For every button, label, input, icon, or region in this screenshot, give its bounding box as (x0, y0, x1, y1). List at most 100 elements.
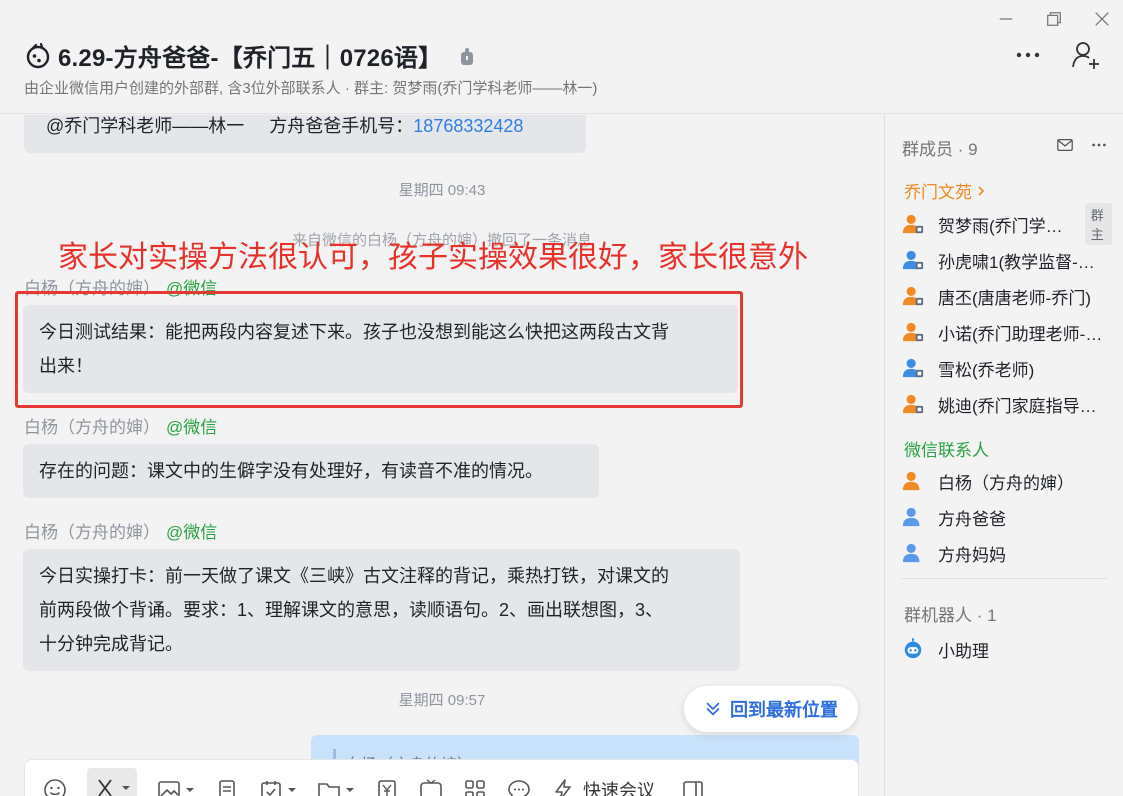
person-icon (902, 286, 924, 306)
sender-source: @微信 (166, 418, 218, 437)
robots-header: 群机器人 · 1 (904, 606, 997, 625)
sender-source: @微信 (166, 523, 218, 542)
member-panel: 群成员 · 9 乔门文苑 贺梦雨(乔门学科老师——林一) 群主孙虎啸1(教学监督-… (885, 115, 1123, 796)
person-icon (902, 322, 924, 342)
folder-icon (318, 783, 340, 796)
emoji-icon (44, 779, 66, 796)
apps-button[interactable] (463, 778, 487, 796)
image-button[interactable] (157, 778, 195, 796)
member-item[interactable]: 唐丕(唐唐老师-乔门) (902, 282, 1112, 310)
red-highlight-box (15, 291, 743, 408)
add-member-button[interactable] (1071, 40, 1101, 70)
message-sender: 白杨（方舟的婶） @微信 (24, 413, 217, 438)
robot-item[interactable]: 小助理 (902, 635, 1112, 663)
more-icon (1092, 143, 1106, 147)
more-icon (1016, 52, 1040, 58)
group-subtitle: 由企业微信用户创建的外部群, 含3位外部联系人 · 群主: 贺梦雨(乔门学科老师… (24, 80, 598, 97)
time-separator: 星期四 09:43 (398, 182, 486, 199)
minimize-button[interactable] (995, 8, 1017, 30)
jump-to-latest-button[interactable]: 回到最新位置 (684, 686, 858, 732)
title-row: 6.29-方舟爸爸-【乔门五｜0726语】 (24, 38, 476, 73)
payment-button[interactable] (375, 778, 399, 796)
jump-button-label: 回到最新位置 (730, 700, 838, 720)
emoji-button[interactable] (43, 778, 67, 796)
panel-more-button[interactable] (1089, 135, 1109, 155)
section-wechat: 微信联系人 (904, 441, 989, 460)
robot-icon (904, 638, 922, 659)
chat-record-button[interactable] (507, 778, 531, 796)
add-user-icon (1072, 42, 1099, 69)
robot-name: 小助理 (938, 641, 989, 661)
mail-button[interactable] (1055, 135, 1075, 155)
member-name: 方舟妈妈 (938, 545, 1006, 565)
lightning-icon (555, 779, 571, 796)
member-name: 方舟爸爸 (938, 509, 1006, 529)
live-button[interactable] (419, 778, 443, 796)
sender-name[interactable]: 白杨（方舟的婶） (24, 418, 160, 437)
member-item[interactable]: 雪松(乔老师) (902, 354, 1112, 382)
person-icon (902, 358, 924, 378)
mention-text: @乔门学科老师——林一 (46, 116, 245, 136)
window-controls (995, 8, 1113, 30)
person-icon (902, 543, 920, 563)
side-panel-toggle[interactable] (681, 778, 705, 796)
phone-link[interactable]: 18768332428 (413, 116, 523, 136)
red-annotation: 家长对实操方法很认可，孩子实操效果很好，家长很意外 (58, 241, 808, 274)
message-line: 今日实操打卡：前一天做了课文《三峡》古文注释的背记，乘热打铁，对课文的 (39, 566, 669, 586)
message-line: 前两段做个背诵。要求：1、理解课文的意思，读顺语句。2、画出联想图，3、 (39, 600, 664, 620)
person-icon (902, 394, 924, 414)
document-button[interactable] (215, 778, 239, 796)
schedule-button[interactable] (259, 778, 297, 796)
caret-down-icon (346, 788, 354, 792)
member-name: 姚迪(乔门家庭指导师-姚迪) (938, 396, 1103, 416)
grid-icon (465, 780, 485, 796)
member-name: 雪松(乔老师) (938, 360, 1035, 380)
member-item[interactable]: 小诺(乔门助理老师-小诺) (902, 318, 1112, 346)
chat-area[interactable]: @乔门学科老师——林一 方舟爸爸手机号：18768332428 星期四 09:4… (0, 115, 884, 796)
member-item[interactable]: 方舟妈妈 (902, 539, 1112, 567)
member-name: 唐丕(唐唐老师-乔门) (938, 288, 1091, 308)
mail-icon (1057, 138, 1073, 152)
sender-name[interactable]: 白杨（方舟的婶） (24, 523, 160, 542)
close-button[interactable] (1091, 8, 1113, 30)
divider (902, 578, 1107, 579)
minimize-icon (999, 18, 1013, 20)
more-options-button[interactable] (1013, 40, 1043, 70)
sidebar-icon (683, 781, 703, 796)
member-name: 白杨（方舟的婶） (938, 473, 1074, 493)
external-group-icon (461, 47, 474, 65)
message-bubble[interactable]: 今日实操打卡：前一天做了课文《三峡》古文注释的背记，乘热打铁，对课文的 前两段做… (23, 549, 740, 671)
close-icon (1095, 12, 1109, 26)
person-icon (902, 507, 920, 527)
quick-meeting-button[interactable]: 快速会议 (551, 778, 655, 796)
message-line: 存在的问题：课文中的生僻字没有处理好，有读音不准的情况。 (39, 461, 543, 481)
group-chat-icon (26, 42, 50, 68)
folder-button[interactable] (317, 778, 355, 796)
member-item[interactable]: 贺梦雨(乔门学科老师——林一) 群主 (902, 203, 1112, 245)
page-title: 6.29-方舟爸爸-【乔门五｜0726语】 (58, 45, 443, 72)
member-item[interactable]: 孙虎啸1(教学监督-乔门) (902, 246, 1112, 274)
restore-button[interactable] (1043, 8, 1065, 30)
screenshot-button[interactable] (87, 768, 137, 796)
member-name: 小诺(乔门助理老师-小诺) (938, 324, 1103, 344)
live-icon (420, 779, 442, 796)
person-icon (902, 250, 924, 270)
phone-label: 方舟爸爸手机号： (269, 116, 414, 136)
panel-tools (1055, 135, 1109, 155)
message-bubble[interactable]: 存在的问题：课文中的生僻字没有处理好，有读音不准的情况。 (23, 444, 599, 498)
member-item[interactable]: 白杨（方舟的婶） (902, 467, 1112, 495)
caret-down-icon (288, 788, 296, 792)
quick-meeting-label: 快速会议 (583, 781, 655, 796)
yen-icon (378, 780, 396, 796)
member-item[interactable]: 姚迪(乔门家庭指导师-姚迪) (902, 390, 1112, 418)
message-bubble-partial[interactable]: @乔门学科老师——林一 方舟爸爸手机号：18768332428 (24, 115, 586, 153)
person-icon (902, 471, 920, 491)
member-name: 贺梦雨(乔门学科老师——林一) (938, 216, 1075, 236)
chat-bubble-icon (508, 780, 530, 796)
member-item[interactable]: 方舟爸爸 (902, 503, 1112, 531)
restore-icon (1047, 12, 1061, 26)
members-header: 群成员 · 9 (902, 140, 978, 159)
caret-down-icon (122, 786, 130, 790)
message-line: 十分钟完成背记。 (39, 634, 183, 654)
section-org[interactable]: 乔门文苑 (904, 178, 986, 203)
